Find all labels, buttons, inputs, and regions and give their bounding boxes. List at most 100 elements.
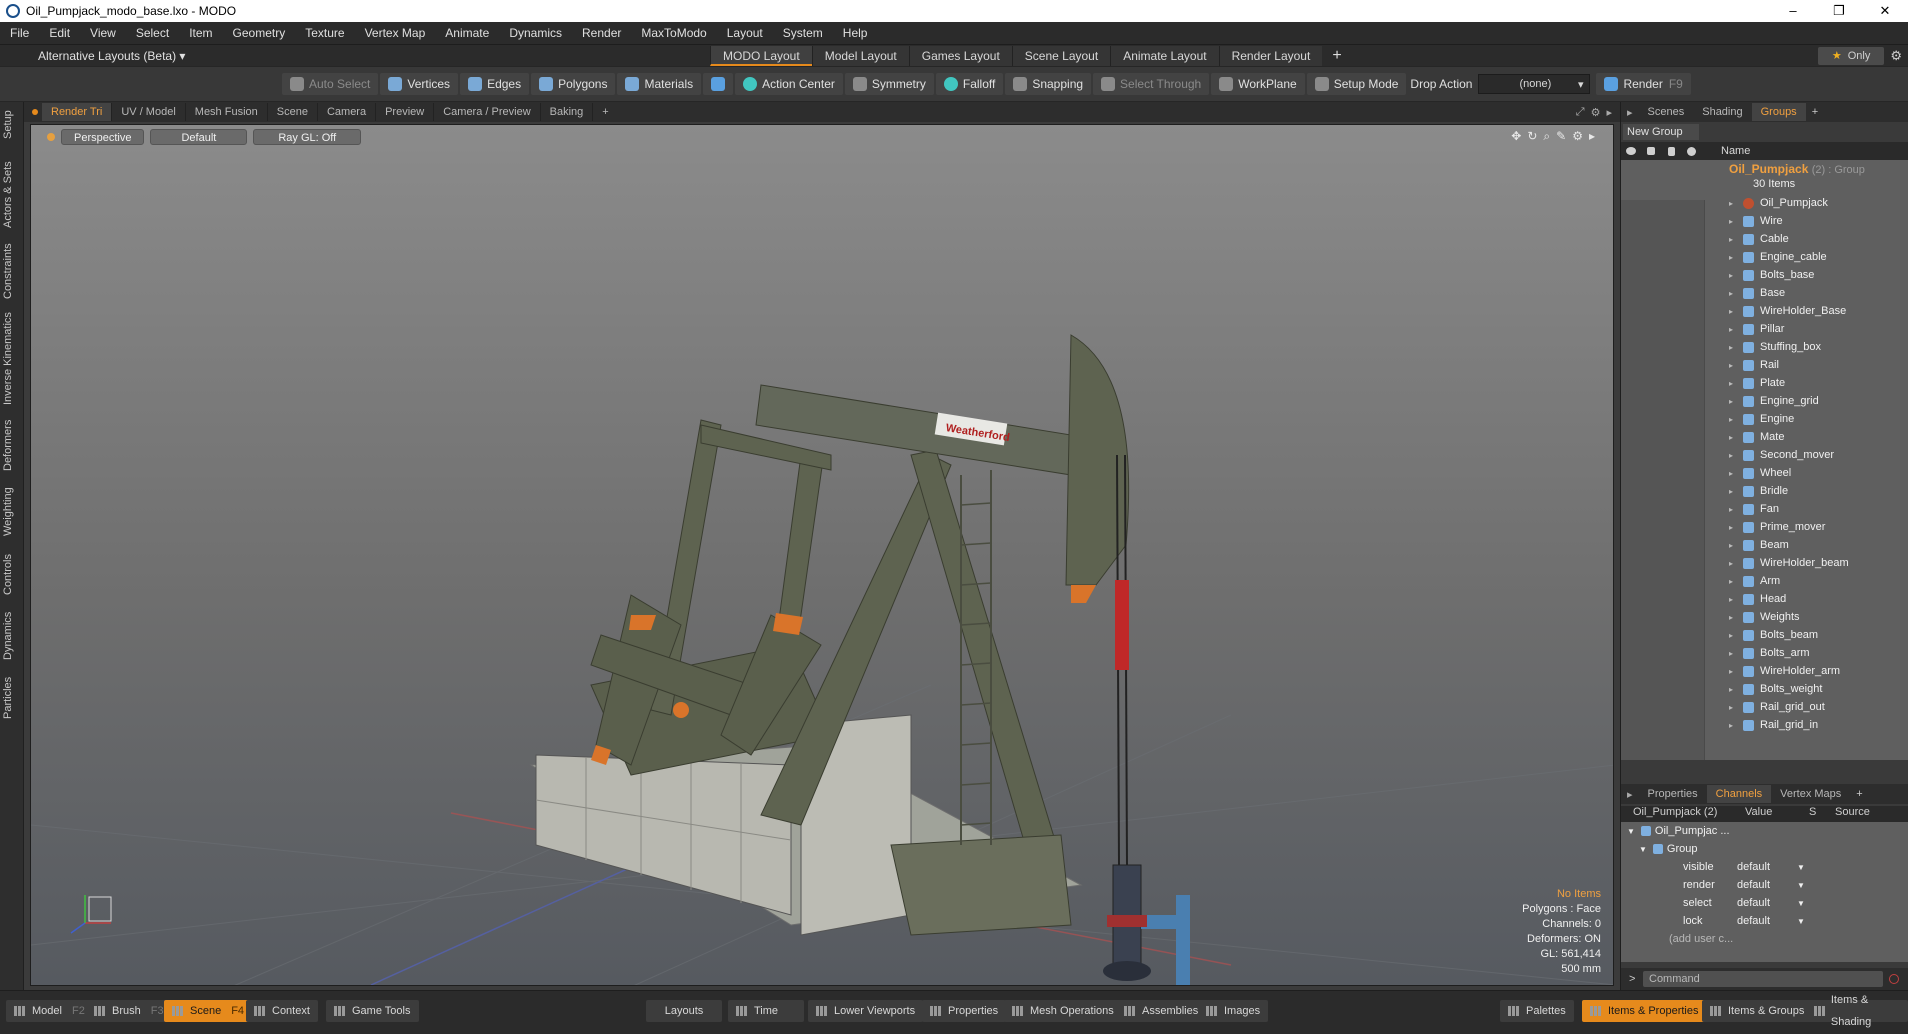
alternative-layouts-dropdown[interactable]: Alternative Layouts (Beta) ▾ [38, 49, 710, 63]
mesh-operations-button[interactable]: Mesh Operations [1004, 1000, 1122, 1022]
images-button[interactable]: Images [1198, 1000, 1269, 1022]
restore-button[interactable]: ❐ [1816, 3, 1862, 19]
list-item[interactable]: ▸ Bolts_weight [1729, 680, 1849, 698]
add-right-tab-button[interactable]: + [1806, 106, 1824, 118]
3d-viewport[interactable]: Weatherford Perspective Default Ray GL: … [30, 124, 1614, 986]
tab-vertex-maps[interactable]: Vertex Maps [1771, 785, 1850, 803]
list-item[interactable]: ▸ Bolts_arm [1729, 644, 1849, 662]
list-item[interactable]: ▸ Rail_grid_in [1729, 716, 1849, 734]
vtab-inverse-kinematics[interactable]: Inverse Kinematics [2, 310, 22, 408]
viewport-gear-icon[interactable]: ⚙ [1591, 106, 1601, 119]
menu-vertex-map[interactable]: Vertex Map [355, 26, 436, 40]
gear-icon[interactable]: ⚙ [1890, 48, 1908, 64]
tab-camera-preview[interactable]: Camera / Preview [434, 103, 541, 121]
channel-value[interactable]: default [1737, 861, 1770, 873]
setup-mode-button[interactable]: Setup Mode [1306, 73, 1407, 95]
viewport-more-icon[interactable]: ▸ [1589, 129, 1595, 144]
tab-scene[interactable]: Scene [268, 103, 318, 121]
raygl-button[interactable]: Ray GL: Off [253, 129, 362, 145]
list-item[interactable]: ▸ Engine [1729, 410, 1849, 428]
chevron-down-icon[interactable]: ▼ [1797, 881, 1805, 890]
tab-model-layout[interactable]: Model Layout [811, 45, 909, 66]
menu-dynamics[interactable]: Dynamics [499, 26, 572, 40]
layouts-button[interactable]: Layouts [646, 1000, 722, 1022]
menu-maxtomodo[interactable]: MaxToModo [631, 26, 716, 40]
list-item[interactable]: ▸ Plate [1729, 374, 1849, 392]
expand-icon[interactable]: ⤢ [1576, 106, 1585, 119]
chevron-down-icon[interactable]: ▼ [1797, 899, 1805, 908]
tab-render-layout[interactable]: Render Layout [1218, 45, 1323, 66]
menu-layout[interactable]: Layout [717, 26, 773, 40]
falloff-button[interactable]: Falloff [935, 73, 1004, 95]
channel-tree-group[interactable]: ▼ Group [1621, 840, 1908, 858]
menu-render[interactable]: Render [572, 26, 631, 40]
list-item[interactable]: ▸ Second_mover [1729, 446, 1849, 464]
add-layout-button[interactable]: + [1322, 47, 1351, 65]
list-item[interactable]: ▸ Mate [1729, 428, 1849, 446]
vtab-particles[interactable]: Particles [2, 670, 22, 726]
tab-groups[interactable]: Groups [1751, 103, 1806, 121]
select-through-button[interactable]: Select Through [1093, 73, 1210, 95]
channel-row-render[interactable]: render default ▼ [1621, 876, 1908, 894]
shading-mode-button[interactable]: Default [150, 129, 248, 145]
snapping-button[interactable]: Snapping [1005, 73, 1092, 95]
command-clear-icon[interactable] [1889, 974, 1899, 984]
list-item[interactable]: ▸ Oil_Pumpjack [1729, 194, 1849, 212]
menu-item[interactable]: Item [179, 26, 222, 40]
list-item[interactable]: ▸ WireHolder_arm [1729, 662, 1849, 680]
action-center-button[interactable]: Action Center [735, 73, 843, 95]
tab-render-tri[interactable]: Render Tri [42, 103, 113, 121]
select-toggle-icon[interactable] [1681, 142, 1701, 160]
tab-mesh-fusion[interactable]: Mesh Fusion [186, 103, 268, 121]
tab-baking[interactable]: Baking [541, 103, 594, 121]
list-item[interactable]: ▸ Head [1729, 590, 1849, 608]
vtab-dynamics[interactable]: Dynamics [2, 608, 22, 664]
menu-view[interactable]: View [80, 26, 126, 40]
tab-scene-layout[interactable]: Scene Layout [1011, 45, 1111, 66]
channel-row-visible[interactable]: visible default ▼ [1621, 858, 1908, 876]
brush-icon[interactable]: ✎ [1556, 129, 1566, 144]
list-item[interactable]: ▸ Fan [1729, 500, 1849, 518]
list-item[interactable]: ▸ Pillar [1729, 320, 1849, 338]
vtab-deformers[interactable]: Deformers [2, 414, 22, 476]
menu-system[interactable]: System [773, 26, 833, 40]
list-item[interactable]: ▸ WireHolder_beam [1729, 554, 1849, 572]
tab-uv-model[interactable]: UV / Model [112, 103, 186, 121]
lock-icon[interactable] [1661, 142, 1681, 160]
viewport-menu-icon[interactable]: ▸ [1606, 106, 1612, 119]
render-button[interactable]: Render F9 [1596, 73, 1691, 95]
channel-row-lock[interactable]: lock default ▼ [1621, 912, 1908, 930]
vtab-setup[interactable]: Setup [2, 106, 22, 144]
polygons-button[interactable]: Polygons [531, 73, 616, 95]
vtab-weighting[interactable]: Weighting [2, 482, 22, 542]
auto-select-button[interactable]: Auto Select [282, 73, 379, 95]
context-button[interactable]: Context [246, 1000, 318, 1022]
list-item[interactable]: ▸ Engine_grid [1729, 392, 1849, 410]
workplane-button[interactable]: WorkPlane [1211, 73, 1305, 95]
tab-games-layout[interactable]: Games Layout [908, 45, 1012, 66]
channel-value[interactable]: default [1737, 879, 1770, 891]
command-input[interactable]: Command [1643, 971, 1883, 987]
scene-button[interactable]: Scene F4 [164, 1000, 253, 1022]
tab-modo-layout[interactable]: MODO Layout [710, 45, 812, 66]
list-item[interactable]: ▸ Weights [1729, 608, 1849, 626]
list-item[interactable]: ▸ Beam [1729, 536, 1849, 554]
vertices-button[interactable]: Vertices [380, 73, 459, 95]
brush-button[interactable]: Brush F3 [86, 1000, 172, 1022]
tab-scenes[interactable]: Scenes [1639, 103, 1694, 121]
only-button[interactable]: ★ Only [1817, 46, 1885, 65]
palettes-button[interactable]: Palettes [1500, 1000, 1574, 1022]
model-button[interactable]: Model F2 [6, 1000, 93, 1022]
channels-collapse-icon[interactable]: ▸ [1621, 788, 1639, 801]
list-item[interactable]: ▸ Prime_mover [1729, 518, 1849, 536]
selection-sets-button[interactable] [703, 73, 734, 95]
groups-list[interactable]: Oil_Pumpjack (2) : Group 30 Items ▸ Oil_P… [1621, 160, 1908, 760]
close-button[interactable]: ✕ [1862, 3, 1908, 19]
tab-shading[interactable]: Shading [1693, 103, 1751, 121]
list-item[interactable]: ▸ Cable [1729, 230, 1849, 248]
game-tools-button[interactable]: Game Tools [326, 1000, 419, 1022]
menu-help[interactable]: Help [833, 26, 878, 40]
group-root[interactable]: Oil_Pumpjack (2) : Group [1729, 162, 1865, 176]
tab-properties[interactable]: Properties [1639, 785, 1707, 803]
view-type-button[interactable]: Perspective [61, 129, 145, 145]
